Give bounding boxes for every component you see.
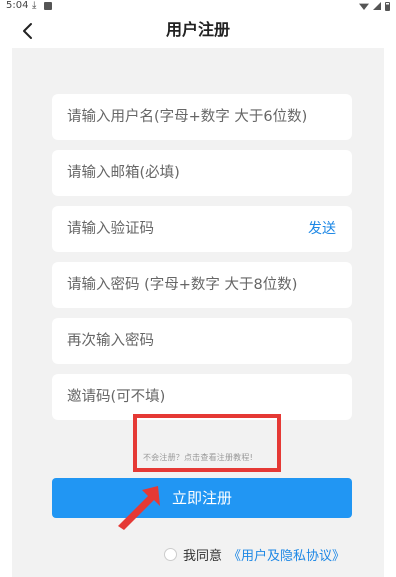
register-button[interactable]: 立即注册	[52, 478, 352, 518]
image-icon	[44, 2, 52, 10]
verification-code-field[interactable]: 请输入验证码 发送	[52, 206, 352, 252]
signal-icon	[373, 2, 381, 10]
email-input[interactable]: 请输入邮箱(必填)	[52, 150, 352, 196]
chevron-left-icon[interactable]	[18, 20, 40, 42]
page-title: 用户注册	[165, 20, 230, 39]
status-bar: 5:04 ⤓	[0, 0, 396, 12]
privacy-agreement-link[interactable]: 《用户及隐私协议》	[228, 545, 345, 564]
invite-code-input[interactable]: 邀请码(可不填)	[52, 374, 352, 420]
download-icon: ⤓	[32, 0, 37, 11]
send-code-button[interactable]: 发送	[308, 206, 336, 252]
register-tutorial-link[interactable]: 不会注册？点击查看注册教程!	[12, 452, 384, 463]
status-icons	[359, 0, 390, 12]
back-button[interactable]	[18, 20, 40, 42]
password-input[interactable]: 请输入密码 (字母+数字 大于8位数)	[52, 262, 352, 308]
register-form: 请输入用户名(字母+数字 大于6位数) 请输入邮箱(必填) 请输入验证码 发送 …	[12, 48, 384, 577]
username-input[interactable]: 请输入用户名(字母+数字 大于6位数)	[52, 94, 352, 140]
verification-code-input[interactable]: 请输入验证码	[67, 221, 154, 237]
agreement-row: 我同意 《用户及隐私协议》	[164, 540, 345, 568]
agree-checkbox[interactable]	[164, 547, 177, 561]
password-confirm-input[interactable]: 再次输入密码	[52, 318, 352, 364]
header: 用户注册	[0, 12, 396, 48]
agree-label: 我同意	[183, 548, 223, 564]
status-time: 5:04	[6, 0, 29, 11]
wifi-icon	[359, 3, 369, 10]
battery-icon	[385, 1, 390, 11]
